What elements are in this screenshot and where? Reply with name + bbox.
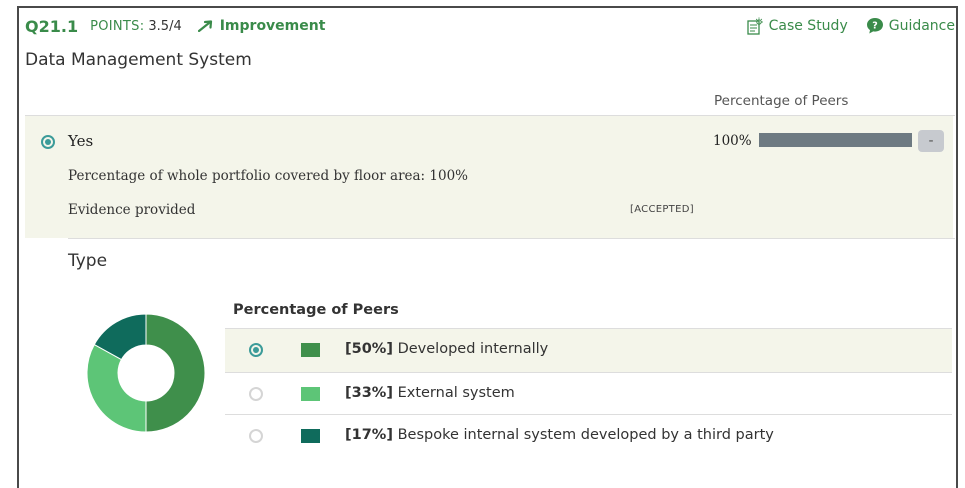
peers-column-header: Percentage of Peers bbox=[714, 93, 849, 109]
type-section-title: Type bbox=[68, 251, 108, 271]
legend-swatch bbox=[301, 343, 320, 357]
type-option-percent: [33%] bbox=[345, 385, 393, 401]
case-study-icon bbox=[746, 17, 763, 35]
type-option-percent: [50%] bbox=[345, 341, 393, 357]
type-table-header: Percentage of Peers bbox=[233, 302, 399, 318]
evidence-status-badge: [ACCEPTED] bbox=[630, 204, 694, 215]
answer-yes-block: Yes 100% - Percentage of whole portfolio… bbox=[25, 116, 953, 238]
section-title: Data Management System bbox=[25, 50, 252, 70]
question-header: Q21.1 POINTS: 3.5/4 Improvement Case Stu… bbox=[25, 14, 955, 38]
type-option-label: [50%] Developed internally bbox=[345, 341, 548, 357]
improvement-status: Improvement bbox=[197, 18, 326, 34]
peer-percentage-bar bbox=[759, 133, 912, 147]
type-option-label: [33%] External system bbox=[345, 385, 515, 401]
donut-slice-2 bbox=[86, 343, 147, 433]
collapse-button[interactable]: - bbox=[918, 130, 944, 152]
yes-label: Yes bbox=[68, 132, 94, 150]
type-option-label: [17%] Bespoke internal system developed … bbox=[345, 427, 774, 443]
type-option-row[interactable]: [17%] Bespoke internal system developed … bbox=[225, 415, 952, 458]
peer-percentage-bar-fill bbox=[759, 133, 912, 147]
type-option-text: External system bbox=[397, 385, 515, 401]
peer-percentage-value: 100% bbox=[713, 133, 752, 149]
trend-up-icon bbox=[197, 20, 212, 32]
guidance-link[interactable]: ? Guidance bbox=[866, 17, 955, 35]
legend-swatch bbox=[301, 429, 320, 443]
question-number: Q21.1 bbox=[25, 16, 79, 36]
case-study-link[interactable]: Case Study bbox=[746, 17, 848, 35]
header-links: Case Study ? Guidance bbox=[746, 14, 955, 38]
type-donut-chart bbox=[86, 313, 206, 433]
yes-radio[interactable] bbox=[41, 135, 55, 149]
type-option-row[interactable]: [33%] External system bbox=[225, 373, 952, 416]
points-value: 3.5/4 bbox=[148, 18, 182, 34]
divider bbox=[68, 238, 955, 239]
coverage-text: Percentage of whole portfolio covered by… bbox=[68, 168, 468, 184]
evidence-label: Evidence provided bbox=[68, 202, 196, 218]
help-bubble-icon: ? bbox=[866, 18, 883, 34]
guidance-label: Guidance bbox=[888, 18, 955, 34]
type-option-percent: [17%] bbox=[345, 427, 393, 443]
type-option-radio[interactable] bbox=[249, 429, 263, 443]
type-option-row[interactable]: [50%] Developed internally bbox=[225, 329, 952, 372]
case-study-label: Case Study bbox=[768, 18, 848, 34]
type-option-text: Bespoke internal system developed by a t… bbox=[397, 427, 774, 443]
type-option-radio[interactable] bbox=[249, 387, 263, 401]
improvement-label: Improvement bbox=[219, 18, 326, 34]
points-label: POINTS: bbox=[90, 18, 145, 34]
type-option-text: Developed internally bbox=[397, 341, 549, 357]
type-option-radio[interactable] bbox=[249, 343, 263, 357]
svg-text:?: ? bbox=[872, 21, 878, 32]
legend-swatch bbox=[301, 387, 320, 401]
donut-slice-1 bbox=[145, 313, 206, 433]
